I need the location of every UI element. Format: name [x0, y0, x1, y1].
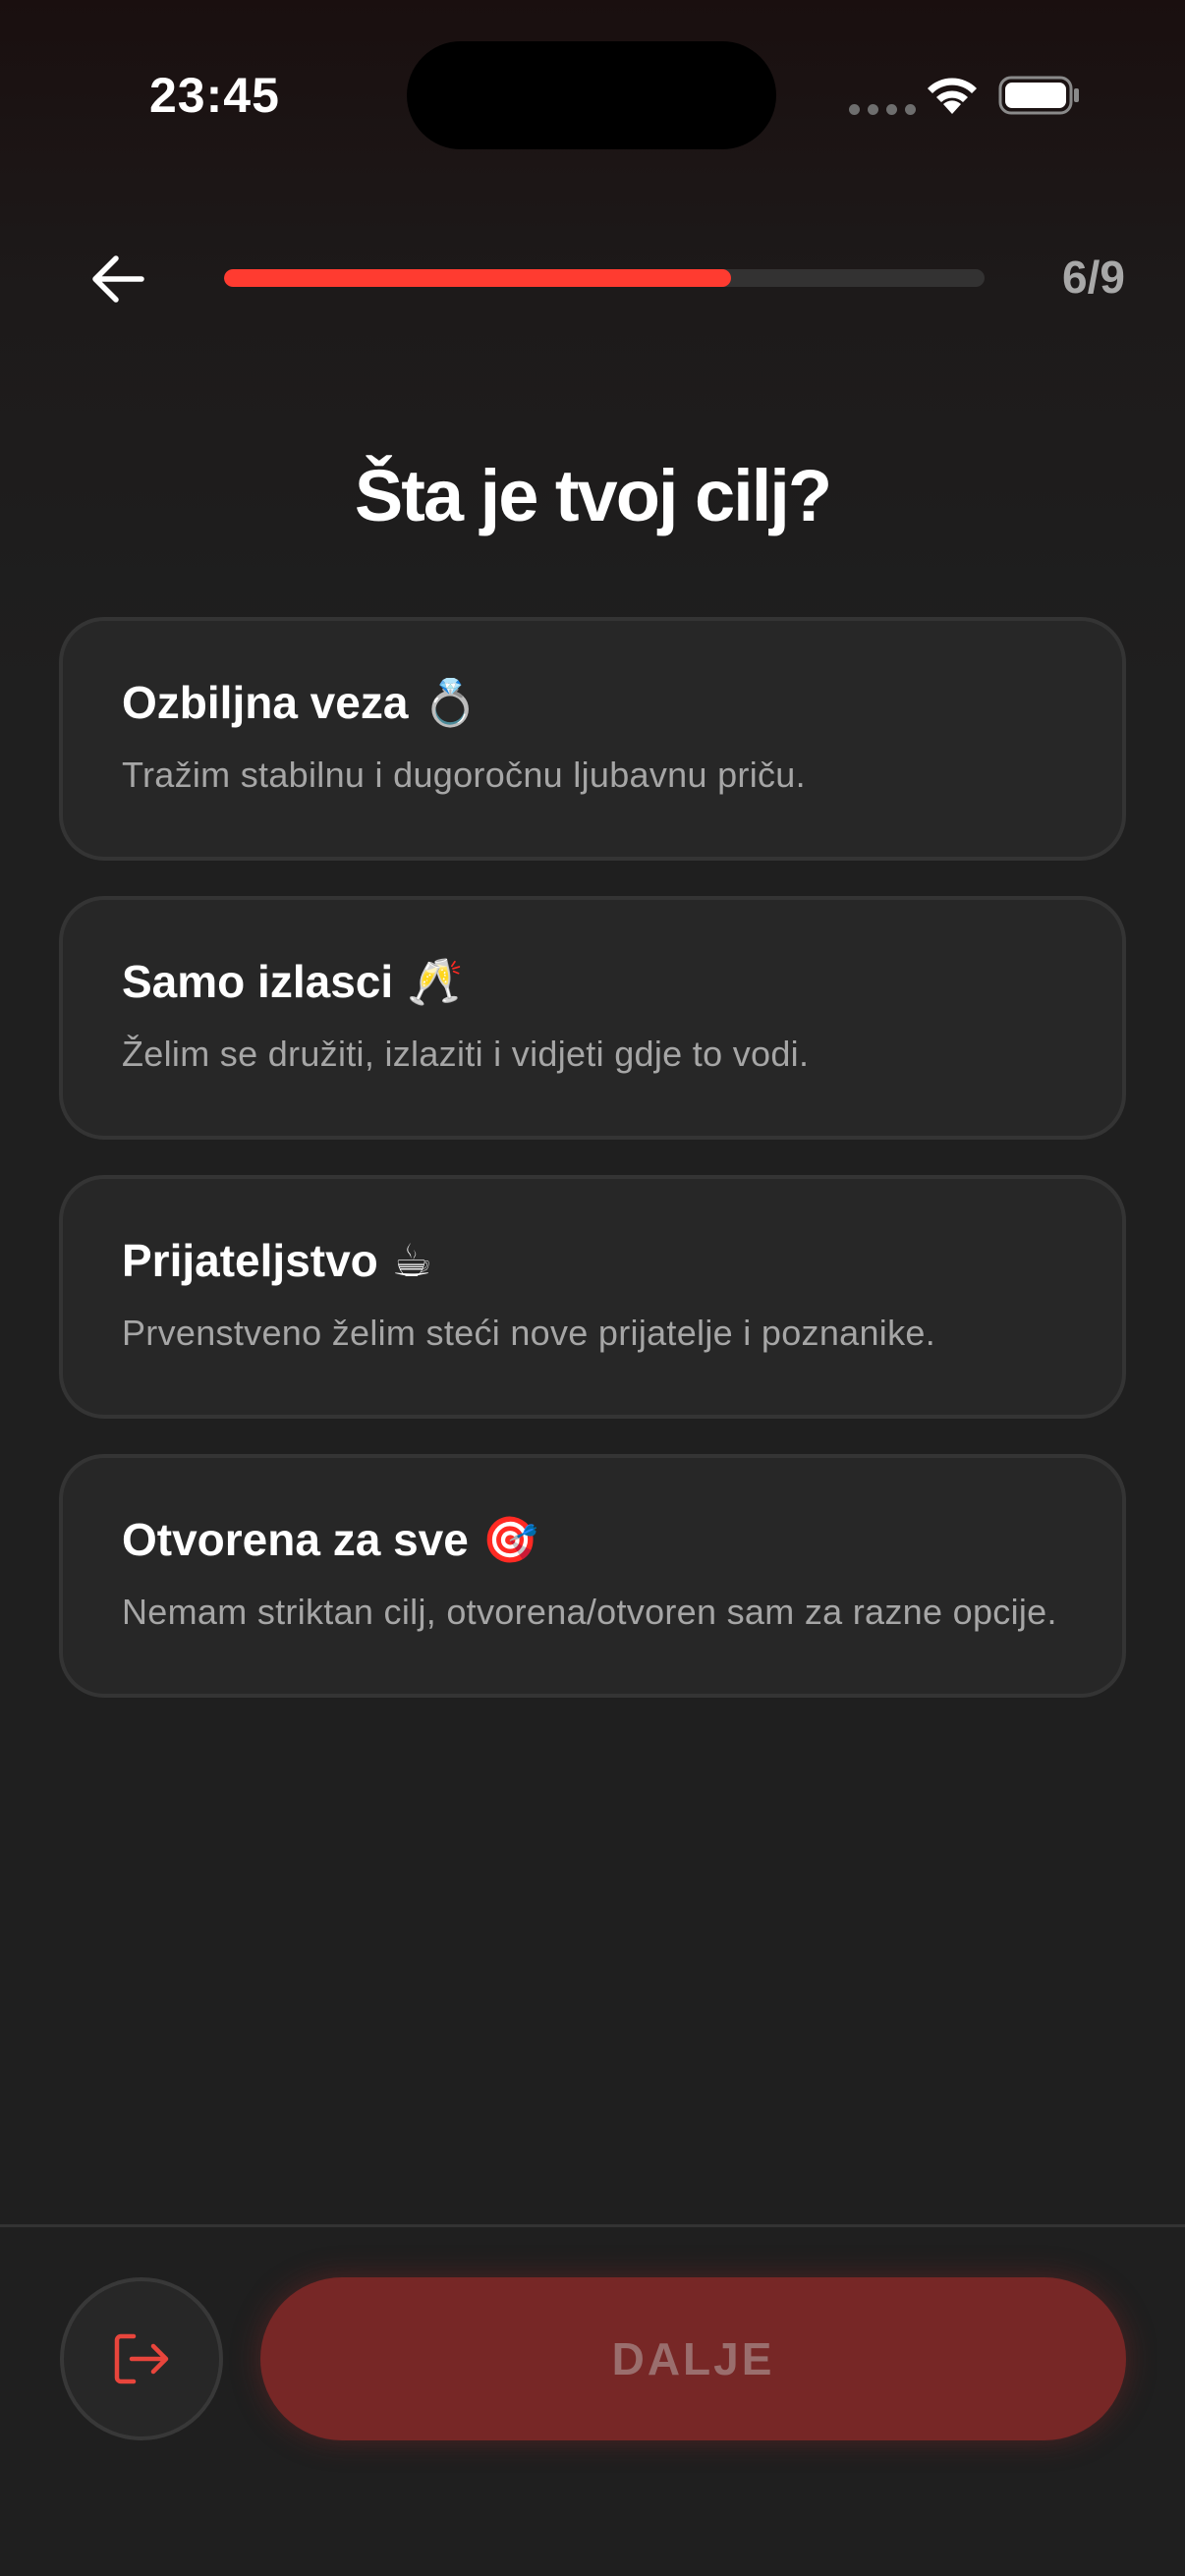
goal-options-list: Ozbiljna veza 💍 Tražim stabilnu i dugoro…	[59, 617, 1126, 1733]
page-title: Šta je tvoj cilj?	[354, 455, 832, 536]
dynamic-island	[407, 41, 776, 149]
option-title: Prijateljstvo ☕	[122, 1234, 1067, 1287]
option-title-text: Otvorena za sve	[122, 1514, 469, 1565]
cellular-signal-icon	[849, 104, 916, 115]
option-just-dating[interactable]: Samo izlasci 🥂 Želim se družiti, izlazit…	[59, 896, 1126, 1140]
option-title: Otvorena za sve 🎯	[122, 1513, 1067, 1566]
progress-bar	[224, 269, 985, 287]
option-description: Tražim stabilnu i dugoročnu ljubavnu pri…	[122, 755, 806, 795]
arrow-left-icon	[92, 255, 144, 303]
coffee-cup-icon: ☕	[391, 1234, 433, 1287]
next-button[interactable]: DALJE	[260, 2277, 1126, 2440]
ring-icon: 💍	[422, 676, 479, 729]
step-counter: 6/9	[1062, 252, 1125, 303]
option-title-text: Prijateljstvo	[122, 1235, 378, 1286]
option-open-to-all[interactable]: Otvorena za sve 🎯 Nemam striktan cilj, o…	[59, 1454, 1126, 1698]
option-title: Ozbiljna veza 💍	[122, 676, 1067, 729]
next-button-label: DALJE	[611, 2333, 775, 2384]
option-description: Prvenstveno želim steći nove prijatelje …	[122, 1313, 936, 1353]
option-title-text: Ozbiljna veza	[122, 677, 409, 728]
champagne-glasses-icon: 🥂	[407, 955, 464, 1008]
option-description: Nemam striktan cilj, otvorena/otvoren sa…	[122, 1592, 1057, 1632]
option-description: Želim se družiti, izlaziti i vidjeti gdj…	[122, 1034, 810, 1074]
progress-bar-fill	[224, 269, 732, 287]
bottom-divider	[0, 2224, 1185, 2227]
option-serious-relationship[interactable]: Ozbiljna veza 💍 Tražim stabilnu i dugoro…	[59, 617, 1126, 861]
option-title-text: Samo izlasci	[122, 956, 394, 1007]
onboarding-screen: 23:45 6/9 Šta je tvoj cilj? Ozbiljna vez…	[0, 0, 1185, 2576]
option-title: Samo izlasci 🥂	[122, 955, 1067, 1008]
option-friendship[interactable]: Prijateljstvo ☕ Prvenstveno želim steći …	[59, 1175, 1126, 1419]
battery-icon	[998, 76, 1079, 115]
logout-icon	[114, 2333, 169, 2384]
wifi-icon	[928, 78, 977, 114]
status-time: 23:45	[149, 68, 280, 123]
back-button[interactable]	[79, 240, 157, 318]
target-dart-icon: 🎯	[481, 1513, 539, 1566]
logout-button[interactable]	[60, 2277, 223, 2440]
